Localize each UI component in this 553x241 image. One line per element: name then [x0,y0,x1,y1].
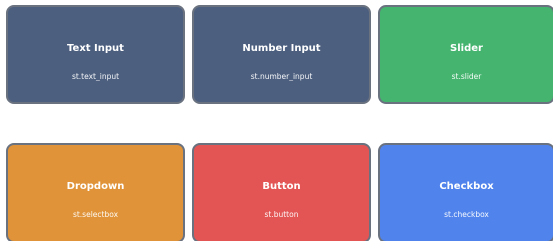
slider-card[interactable]: Slider st.slider [378,5,553,104]
card-title: Dropdown [66,181,125,192]
card-code-label: st.checkbox [444,210,489,219]
checkbox-card[interactable]: Checkbox st.checkbox [378,143,553,241]
card-title: Slider [450,43,483,54]
card-code-label: st.selectbox [72,210,119,219]
card-title: Number Input [242,43,321,54]
card-code-label: st.number_input [250,72,313,81]
text-input-card[interactable]: Text Input st.text_input [6,5,185,104]
dropdown-card[interactable]: Dropdown st.selectbox [6,143,185,241]
button-card[interactable]: Button st.button [192,143,371,241]
card-title: Checkbox [439,181,494,192]
card-title: Button [262,181,301,192]
card-code-label: st.button [264,210,299,219]
widget-grid: Text Input st.text_input Number Input st… [0,0,553,241]
card-code-label: st.slider [451,72,482,81]
number-input-card[interactable]: Number Input st.number_input [192,5,371,104]
card-title: Text Input [67,43,124,54]
card-code-label: st.text_input [71,72,120,81]
